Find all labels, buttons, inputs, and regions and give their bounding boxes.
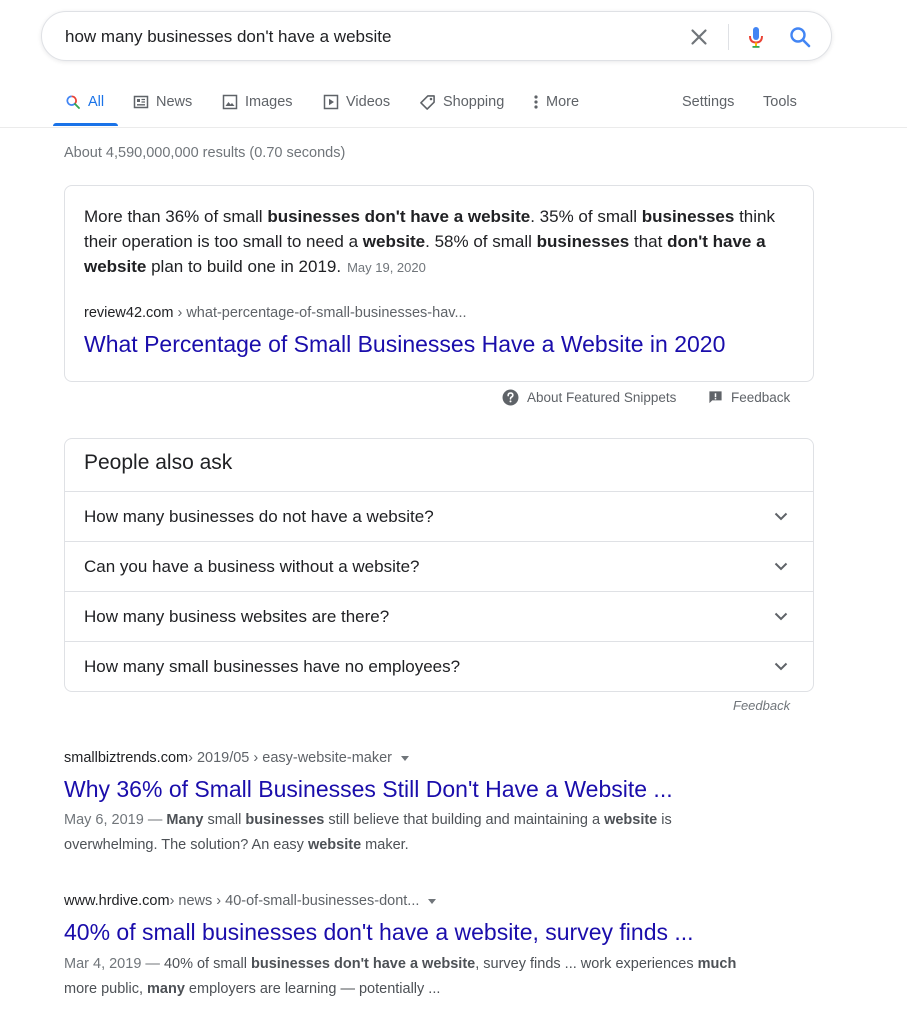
result-desc-bold: website xyxy=(307,837,362,853)
help-icon xyxy=(502,389,519,405)
more-vert-icon xyxy=(534,95,538,109)
tab-images-label: Images xyxy=(245,94,293,110)
tabs-divider xyxy=(0,127,907,128)
result-date: May 6, 2019 — xyxy=(64,812,167,828)
paa-question-text: How many small businesses have no employ… xyxy=(84,657,461,676)
snippet-feedback-label: Feedback xyxy=(731,389,791,405)
tab-more-label: More xyxy=(546,94,580,110)
tools-label: Tools xyxy=(763,94,797,110)
tab-news[interactable]: News xyxy=(133,92,192,112)
caret-down-icon[interactable] xyxy=(401,755,409,761)
chevron-down-icon xyxy=(774,562,788,571)
snippet-text-part: plan to build one in 2019. xyxy=(146,257,342,276)
result-desc-part: more public, xyxy=(64,981,148,997)
tab-videos[interactable]: Videos xyxy=(323,92,390,112)
image-icon xyxy=(222,94,238,110)
clear-icon[interactable] xyxy=(687,25,711,49)
tab-more[interactable]: More xyxy=(532,92,579,112)
active-tab-indicator xyxy=(53,123,118,126)
snippet-title-link[interactable]: What Percentage of Small Businesses Have… xyxy=(84,331,725,358)
paa-question[interactable]: How many business websites are there? xyxy=(65,591,813,641)
results-stats: About 4,590,000,000 results (0.70 second… xyxy=(64,145,346,161)
tab-shopping-label: Shopping xyxy=(443,94,505,110)
paa-question[interactable]: How many small businesses have no employ… xyxy=(65,641,813,691)
result-desc-part: still believe that building and maintain… xyxy=(324,812,605,828)
about-featured-snippets-label: About Featured Snippets xyxy=(527,389,677,405)
snippet-text: More than 36% of small businesses don't … xyxy=(84,204,796,280)
tab-all-label: All xyxy=(88,94,105,110)
result-cite: www.hrdive.com › news › 40-of-small-busi… xyxy=(64,893,437,909)
caret-down-icon[interactable] xyxy=(428,898,437,904)
snippet-text-bold: website xyxy=(362,232,426,251)
snippet-text-part: More than 36% of small xyxy=(84,207,268,226)
snippet-text-part: . 58% of small xyxy=(425,232,537,251)
paa-question-text: Can you have a business without a websit… xyxy=(84,557,420,576)
settings-label: Settings xyxy=(682,94,735,110)
snippet-path: › what-percentage-of-small-businesses-ha… xyxy=(173,305,467,321)
result-cite: smallbiztrends.com › 2019/05 › easy-webs… xyxy=(64,750,409,766)
about-featured-snippets-link[interactable]: About Featured Snippets xyxy=(502,388,676,406)
snippet-text-bold: businesses don't have a website xyxy=(267,207,531,226)
search-input[interactable] xyxy=(65,24,665,50)
chevron-down-icon xyxy=(774,612,788,621)
result-path: › news › 40-of-small-businesses-dont... xyxy=(169,893,420,909)
result-title-link[interactable]: 40% of small businesses don't have a web… xyxy=(64,919,694,946)
result-title-link[interactable]: Why 36% of Small Businesses Still Don't … xyxy=(64,776,673,803)
featured-snippet: More than 36% of small businesses don't … xyxy=(64,185,814,382)
paa-title: People also ask xyxy=(84,451,233,474)
paa-question[interactable]: Can you have a business without a websit… xyxy=(65,541,813,591)
result-desc-part: small xyxy=(203,812,246,828)
snippet-feedback-link[interactable]: Feedback xyxy=(708,388,790,406)
paa-question-text: How many businesses do not have a websit… xyxy=(84,507,434,526)
snippet-text-part: . 35% of small xyxy=(530,207,642,226)
search-icon[interactable] xyxy=(788,25,812,49)
result-desc-bold: businesses don't have a website xyxy=(250,956,476,972)
search-bar-divider xyxy=(728,24,729,50)
paa-feedback-link[interactable]: Feedback xyxy=(733,698,790,713)
result-desc-part: 40% of small xyxy=(163,956,251,972)
tab-all[interactable]: All xyxy=(65,92,104,112)
tab-news-label: News xyxy=(156,94,193,110)
people-also-ask: People also ask How many businesses do n… xyxy=(64,438,814,692)
paa-question-text: How many business websites are there? xyxy=(84,607,390,626)
search-bar xyxy=(41,11,832,61)
tag-icon xyxy=(420,94,435,110)
result-domain: www.hrdive.com xyxy=(64,893,170,909)
snippet-cite: review42.com › what-percentage-of-small-… xyxy=(84,305,467,321)
news-icon xyxy=(133,95,149,109)
result-desc-bold: Many xyxy=(166,812,204,828)
microphone-icon[interactable] xyxy=(744,25,768,49)
result-path: › 2019/05 › easy-website-maker xyxy=(188,750,392,766)
tab-shopping[interactable]: Shopping xyxy=(419,92,504,112)
snippet-domain: review42.com xyxy=(84,305,174,321)
snippet-text-bold: businesses xyxy=(536,232,630,251)
chevron-down-icon xyxy=(774,662,788,671)
result-description: May 6, 2019 — Many small businesses stil… xyxy=(64,808,764,858)
search-icon xyxy=(66,95,80,109)
result-description: Mar 4, 2019 — 40% of small businesses do… xyxy=(64,952,764,1002)
tools-link[interactable]: Tools xyxy=(763,92,797,112)
snippet-date: May 19, 2020 xyxy=(347,260,426,275)
result-desc-part: maker. xyxy=(361,837,409,853)
result-desc-part: , survey finds ... work experiences xyxy=(475,956,698,972)
result-domain: smallbiztrends.com xyxy=(64,750,189,766)
snippet-text-bold: businesses xyxy=(641,207,735,226)
paa-question[interactable]: How many businesses do not have a websit… xyxy=(65,491,813,541)
snippet-text-part: that xyxy=(629,232,668,251)
tab-videos-label: Videos xyxy=(346,94,391,110)
chevron-down-icon xyxy=(774,512,788,521)
result-desc-bold: much xyxy=(697,956,737,972)
feedback-icon xyxy=(709,390,722,403)
settings-link[interactable]: Settings xyxy=(682,92,734,112)
tab-images[interactable]: Images xyxy=(222,92,293,112)
result-date: Mar 4, 2019 — xyxy=(64,956,164,972)
video-icon xyxy=(323,94,339,110)
result-desc-bold: businesses xyxy=(245,812,325,828)
result-desc-bold: many xyxy=(147,981,185,997)
result-desc-part: employers are learning — potentially ... xyxy=(184,981,441,997)
result-desc-bold: website xyxy=(604,812,658,828)
